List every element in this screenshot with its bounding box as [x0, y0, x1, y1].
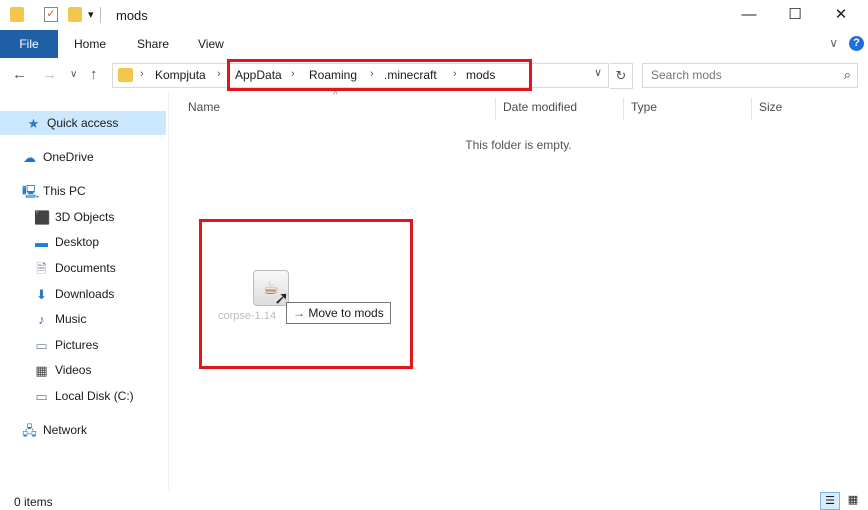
- large-icons-view-button[interactable]: ▦: [844, 492, 862, 508]
- address-bar[interactable]: › Kompjuta › AppData › Roaming › .minecr…: [112, 63, 609, 88]
- tab-share[interactable]: Share: [137, 30, 169, 58]
- sidebar-item-label: Desktop: [55, 235, 100, 249]
- title-separator: [100, 7, 101, 23]
- navigation-pane: ★ Quick access ☁ OneDrive 🖳 This PC ⬛ 3D Obj…: [0, 92, 168, 490]
- search-box[interactable]: ⌕: [642, 63, 858, 88]
- help-icon[interactable]: ?: [849, 36, 864, 51]
- sidebar-item-local-disk[interactable]: ▭ Local Disk (C:): [34, 384, 134, 408]
- sidebar-item-label: 3D Objects: [55, 210, 115, 224]
- sidebar-item-quick-access[interactable]: ★ Quick access: [0, 111, 166, 135]
- sidebar-item-label: Local Disk (C:): [55, 389, 134, 403]
- sidebar-item-music[interactable]: ♪ Music: [34, 307, 86, 331]
- breadcrumb-separator[interactable]: ›: [453, 68, 457, 80]
- title-bar: ✓ ▾ mods — ☐ ✕: [0, 0, 868, 30]
- sidebar-item-label: This PC: [43, 184, 86, 198]
- back-button[interactable]: ←: [12, 66, 27, 83]
- tab-view[interactable]: View: [198, 30, 224, 58]
- sidebar-item-onedrive[interactable]: ☁ OneDrive: [22, 145, 94, 169]
- column-size[interactable]: Size: [759, 100, 782, 114]
- sidebar-item-label: Downloads: [55, 287, 115, 301]
- recent-locations-button[interactable]: ∨: [70, 69, 77, 80]
- window-title: mods: [116, 8, 148, 23]
- column-date-modified[interactable]: Date modified: [503, 100, 577, 114]
- computer-icon: 🖳: [22, 184, 40, 200]
- tab-home[interactable]: Home: [74, 30, 106, 58]
- address-dropdown-icon[interactable]: ∨: [594, 66, 602, 79]
- column-name[interactable]: Name: [188, 100, 220, 114]
- sidebar-item-network[interactable]: 🖧 Network: [22, 418, 87, 442]
- document-icon: 🗎: [36, 261, 47, 277]
- sidebar-item-label: Documents: [55, 261, 116, 275]
- sidebar-item-desktop[interactable]: ▬ Desktop: [34, 230, 99, 254]
- properties-icon[interactable]: ✓: [44, 7, 58, 22]
- details-view-button[interactable]: ☰: [820, 492, 840, 510]
- folder-icon: [10, 7, 24, 22]
- sidebar-item-videos[interactable]: ▦ Videos: [34, 358, 91, 382]
- sidebar-item-documents[interactable]: 🗎 Documents: [34, 256, 116, 280]
- close-button[interactable]: ✕: [818, 0, 864, 30]
- breadcrumb-separator[interactable]: ›: [217, 68, 221, 80]
- sidebar-item-label: Network: [43, 423, 88, 437]
- breadcrumb-mods[interactable]: mods: [466, 68, 495, 82]
- pictures-icon: ▭: [35, 338, 48, 354]
- up-button[interactable]: ↑: [90, 66, 98, 83]
- drag-tooltip: → Move to mods: [286, 302, 391, 324]
- star-icon: ★: [27, 116, 40, 132]
- new-folder-icon[interactable]: [68, 7, 82, 22]
- minimize-button[interactable]: —: [726, 0, 772, 30]
- search-input[interactable]: [651, 68, 826, 82]
- status-bar: 0 items ☰ ▦: [0, 490, 868, 510]
- breadcrumb-separator[interactable]: ›: [140, 68, 144, 80]
- music-icon: ♪: [38, 312, 45, 328]
- video-icon: ▦: [35, 363, 48, 379]
- tab-file[interactable]: File: [0, 30, 58, 58]
- sort-indicator-icon: ^: [333, 90, 338, 101]
- cloud-icon: ☁: [23, 150, 36, 166]
- column-divider[interactable]: [751, 98, 752, 120]
- sidebar-item-this-pc[interactable]: 🖳 This PC: [22, 179, 86, 203]
- sidebar-item-label: Pictures: [55, 338, 99, 352]
- sidebar-item-downloads[interactable]: ⬇ Downloads: [34, 282, 114, 306]
- folder-icon: [118, 68, 133, 82]
- column-type[interactable]: Type: [631, 100, 657, 114]
- ribbon-tabs: File Home Share View ∨ ?: [0, 30, 868, 58]
- breadcrumb-separator[interactable]: ›: [370, 68, 374, 80]
- drag-item-label: corpse-1.14: [218, 310, 277, 322]
- column-divider[interactable]: [623, 98, 624, 120]
- drive-icon: ▭: [35, 389, 48, 405]
- breadcrumb-minecraft[interactable]: .minecraft: [384, 68, 437, 82]
- network-icon: 🖧: [22, 423, 37, 439]
- sidebar-item-label: OneDrive: [43, 150, 94, 164]
- empty-folder-message: This folder is empty.: [465, 138, 572, 152]
- forward-button[interactable]: →: [42, 66, 57, 83]
- download-icon: ⬇: [36, 287, 47, 303]
- breadcrumb-roaming[interactable]: Roaming: [309, 68, 357, 82]
- item-count: 0 items: [14, 495, 53, 509]
- expand-ribbon-icon[interactable]: ∨: [829, 36, 838, 50]
- cube-icon: ⬛: [34, 210, 51, 226]
- breadcrumb-kompjuta[interactable]: Kompjuta: [155, 68, 206, 82]
- desktop-icon: ▬: [35, 235, 48, 251]
- breadcrumb-appdata[interactable]: AppData: [235, 68, 282, 82]
- column-divider[interactable]: [495, 98, 496, 120]
- customize-quick-access-icon[interactable]: ▾: [88, 8, 94, 21]
- sidebar-item-label: Music: [55, 312, 87, 326]
- breadcrumb-separator[interactable]: ›: [291, 68, 295, 80]
- refresh-button[interactable]: ↻: [610, 63, 633, 89]
- drag-tooltip-text: Move to mods: [308, 306, 384, 320]
- sidebar-item-3d-objects[interactable]: ⬛ 3D Objects: [34, 205, 114, 229]
- search-icon[interactable]: ⌕: [844, 67, 851, 83]
- sidebar-item-pictures[interactable]: ▭ Pictures: [34, 333, 98, 357]
- sidebar-item-label: Quick access: [47, 116, 119, 130]
- maximize-button[interactable]: ☐: [772, 0, 818, 30]
- move-arrow-icon: →: [293, 306, 305, 320]
- sidebar-item-label: Videos: [55, 363, 92, 377]
- navigation-bar: ← → ∨ ↑ › Kompjuta › AppData › Roaming ›…: [0, 58, 868, 92]
